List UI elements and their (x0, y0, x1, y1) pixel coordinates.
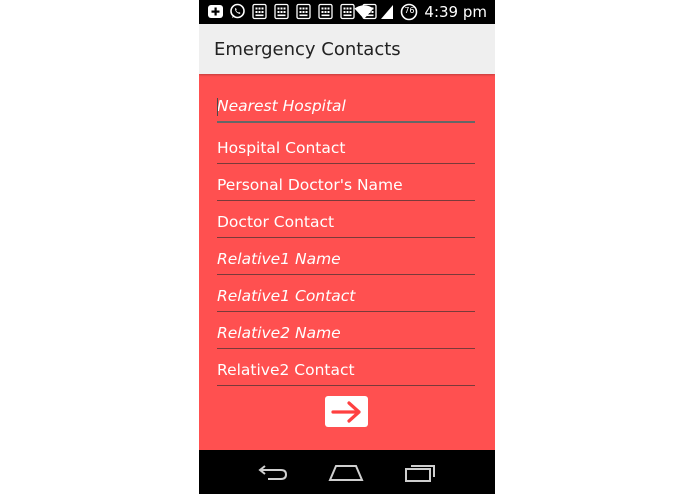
recent-apps-icon (405, 465, 435, 482)
home-button[interactable] (326, 460, 366, 484)
back-icon (258, 465, 288, 480)
nearest-hospital-input[interactable]: Nearest Hospital (217, 91, 475, 123)
personal-doctor-name-input[interactable]: Personal Doctor's Name (217, 170, 475, 201)
battery-icon: 76 (400, 3, 418, 21)
page-title: Emergency Contacts (214, 39, 401, 60)
nearest-hospital-placeholder: Nearest Hospital (217, 97, 346, 115)
back-button[interactable] (253, 460, 293, 484)
status-indicators: 76 4:39 pm (354, 0, 487, 24)
add-icon (208, 5, 223, 18)
battery-level: 76 (404, 6, 415, 15)
personal-doctor-name-value: Personal Doctor's Name (217, 176, 403, 194)
hospital-contact-input[interactable]: Hospital Contact (217, 133, 475, 164)
status-bar: 76 4:39 pm (199, 0, 495, 24)
relative1-name-input[interactable]: Relative1 Name (217, 244, 475, 275)
app-icon (274, 3, 289, 20)
hospital-contact-value: Hospital Contact (217, 139, 346, 157)
phone-screen: 76 4:39 pm Emergency Contacts Nearest Ho… (199, 0, 495, 494)
text-cursor (217, 98, 218, 116)
relative2-name-placeholder: Relative2 Name (217, 324, 341, 342)
notification-icons (207, 3, 378, 20)
doctor-contact-input[interactable]: Doctor Contact (217, 207, 475, 238)
wifi-icon (354, 5, 374, 19)
arrow-right-icon (330, 400, 361, 423)
navigation-bar (199, 450, 495, 494)
doctor-contact-value: Doctor Contact (217, 213, 335, 231)
signal-icon (381, 5, 394, 19)
app-icon (318, 3, 333, 20)
app-icon (252, 3, 267, 20)
relative1-contact-placeholder: Relative1 Contact (217, 287, 356, 305)
home-icon (328, 465, 364, 481)
relative1-contact-input[interactable]: Relative1 Contact (217, 281, 475, 312)
relative1-name-placeholder: Relative1 Name (217, 250, 341, 268)
recent-apps-button[interactable] (400, 460, 440, 484)
relative2-contact-input[interactable]: Relative2 Contact (217, 355, 475, 386)
whatsapp-icon (230, 3, 245, 19)
relative2-contact-value: Relative2 Contact (217, 361, 355, 379)
action-bar: Emergency Contacts (199, 24, 495, 74)
app-icon (296, 3, 311, 20)
next-button[interactable] (325, 396, 368, 427)
relative2-name-input[interactable]: Relative2 Name (217, 318, 475, 349)
status-time: 4:39 pm (424, 3, 487, 21)
